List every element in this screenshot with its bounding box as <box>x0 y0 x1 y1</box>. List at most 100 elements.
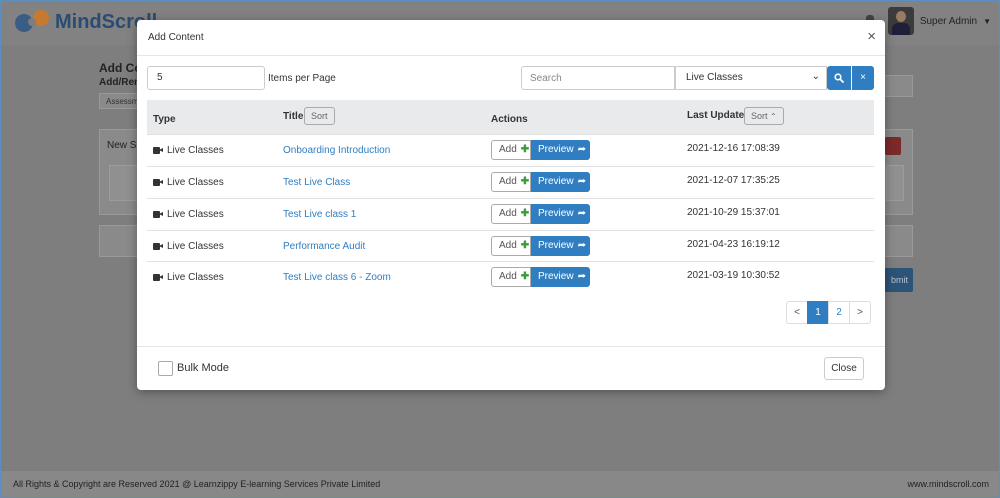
row-last-updated: 2021-12-16 17:08:39 <box>687 143 780 154</box>
row-last-updated: 2021-03-19 10:30:52 <box>687 270 780 281</box>
user-name: Super Admin <box>919 15 978 27</box>
row-title-link[interactable]: Test Live class 1 <box>283 209 356 220</box>
table-header: Type Title Sort Actions Last Updated Sor… <box>147 100 874 134</box>
preview-button-label: Preview <box>538 144 574 155</box>
row-type-label: Live Classes <box>167 145 224 156</box>
add-button[interactable]: Add ✚ <box>491 267 531 287</box>
delete-section-button[interactable] <box>885 137 901 155</box>
add-button-label: Add <box>499 176 517 187</box>
section-inner-box-right <box>886 165 904 201</box>
share-arrow-icon: ➦ <box>577 144 586 155</box>
row-type: Live Classes <box>153 177 224 188</box>
row-type: Live Classes <box>153 209 224 220</box>
video-camera-icon <box>153 147 163 154</box>
plus-icon: ✚ <box>520 208 530 219</box>
add-button[interactable]: Add ✚ <box>491 140 531 160</box>
video-camera-icon <box>153 243 163 250</box>
user-menu[interactable]: Super Admin ▼ <box>887 7 991 35</box>
content-type-selected: Live Classes <box>686 72 743 83</box>
row-title-link[interactable]: Onboarding Introduction <box>283 145 390 156</box>
row-title-link[interactable]: Performance Audit <box>283 241 365 252</box>
plus-icon: ✚ <box>520 271 530 282</box>
modal-header: Add Content × <box>137 20 885 56</box>
preview-button-label: Preview <box>538 176 574 187</box>
table-row: Live Classes Test Live Class Add ✚ Previe… <box>147 166 874 198</box>
column-header-title: Title <box>283 111 304 122</box>
footer-website-link[interactable]: www.mindscroll.com <box>907 479 989 489</box>
modal-title: Add Content <box>148 32 204 43</box>
video-camera-icon <box>153 179 163 186</box>
avatar <box>887 7 914 35</box>
sort-last-updated-button[interactable]: Sort ⌃ <box>744 107 784 125</box>
add-button-label: Add <box>499 240 517 251</box>
clear-search-button[interactable]: × <box>852 66 874 90</box>
row-type: Live Classes <box>153 272 224 283</box>
plus-icon: ✚ <box>520 176 530 187</box>
pagination-page-1[interactable]: 1 <box>807 301 829 324</box>
pagination-prev[interactable]: < <box>786 301 808 324</box>
add-button[interactable]: Add ✚ <box>491 236 531 256</box>
column-header-last-updated: Last Updated <box>687 110 751 121</box>
bulk-mode-checkbox[interactable] <box>158 361 173 376</box>
items-per-page-label: Items per Page <box>268 73 336 84</box>
preview-button[interactable]: Preview ➦ <box>531 236 590 256</box>
share-arrow-icon: ➦ <box>577 240 586 251</box>
table-row: Live Classes Performance Audit Add ✚ Prev… <box>147 230 874 262</box>
preview-button-label: Preview <box>538 208 574 219</box>
table-row: Live Classes Test Live class 6 - Zoom Ad… <box>147 261 874 293</box>
close-icon[interactable]: × <box>867 29 876 44</box>
table-row: Live Classes Onboarding Introduction Add… <box>147 134 874 166</box>
plus-icon: ✚ <box>520 240 530 251</box>
footer-copyright: All Rights & Copyright are Reserved 2021… <box>13 479 381 489</box>
row-title-link[interactable]: Test Live Class <box>283 177 350 188</box>
column-header-type: Type <box>153 114 176 125</box>
add-button[interactable]: Add ✚ <box>491 204 531 224</box>
search-button[interactable] <box>827 66 851 90</box>
row-last-updated: 2021-04-23 16:19:12 <box>687 239 780 250</box>
row-type-label: Live Classes <box>167 209 224 220</box>
modal-footer: Bulk Mode Close <box>137 346 885 390</box>
add-button[interactable]: Add ✚ <box>491 172 531 192</box>
preview-button[interactable]: Preview ➦ <box>531 140 590 160</box>
page-footer: All Rights & Copyright are Reserved 2021… <box>1 471 999 497</box>
preview-button[interactable]: Preview ➦ <box>531 204 590 224</box>
section-inner-box <box>109 165 139 201</box>
pagination-page-2[interactable]: 2 <box>828 301 850 324</box>
row-last-updated: 2021-12-07 17:35:25 <box>687 175 780 186</box>
sort-title-button[interactable]: Sort <box>304 107 335 125</box>
preview-button[interactable]: Preview ➦ <box>531 172 590 192</box>
page-title: Add Co <box>99 61 142 75</box>
row-title-link[interactable]: Test Live class 6 - Zoom <box>283 272 391 283</box>
add-button-label: Add <box>499 271 517 282</box>
caret-up-icon: ⌃ <box>770 112 777 121</box>
close-button[interactable]: Close <box>824 357 864 380</box>
row-type-label: Live Classes <box>167 272 224 283</box>
content-type-select[interactable]: Live Classes ⌄ <box>675 66 827 90</box>
table-row: Live Classes Test Live class 1 Add ✚ Prev… <box>147 198 874 230</box>
column-header-actions: Actions <box>491 114 528 125</box>
pagination-next[interactable]: > <box>849 301 871 324</box>
preview-button[interactable]: Preview ➦ <box>531 267 590 287</box>
caret-down-icon: ▼ <box>983 16 991 26</box>
row-type: Live Classes <box>153 145 224 156</box>
preview-button-label: Preview <box>538 271 574 282</box>
share-arrow-icon: ➦ <box>577 208 586 219</box>
row-type-label: Live Classes <box>167 241 224 252</box>
pagination: < 1 2 > <box>786 301 871 324</box>
add-button-label: Add <box>499 144 517 155</box>
row-type-label: Live Classes <box>167 177 224 188</box>
submit-button[interactable]: bmit <box>881 268 913 292</box>
plus-icon: ✚ <box>520 144 530 155</box>
items-per-page-input[interactable]: 5 <box>147 66 265 90</box>
background-field-right[interactable] <box>881 75 913 97</box>
preview-button-label: Preview <box>538 240 574 251</box>
share-arrow-icon: ➦ <box>577 176 586 187</box>
bulk-mode-label: Bulk Mode <box>177 362 229 374</box>
row-last-updated: 2021-10-29 15:37:01 <box>687 207 780 218</box>
search-input[interactable] <box>521 66 675 90</box>
video-camera-icon <box>153 211 163 218</box>
app-logo[interactable]: MindScroll <box>13 9 157 35</box>
logo-mark-icon <box>13 9 57 35</box>
sort-last-updated-label: Sort <box>751 111 768 121</box>
search-icon <box>834 73 844 83</box>
